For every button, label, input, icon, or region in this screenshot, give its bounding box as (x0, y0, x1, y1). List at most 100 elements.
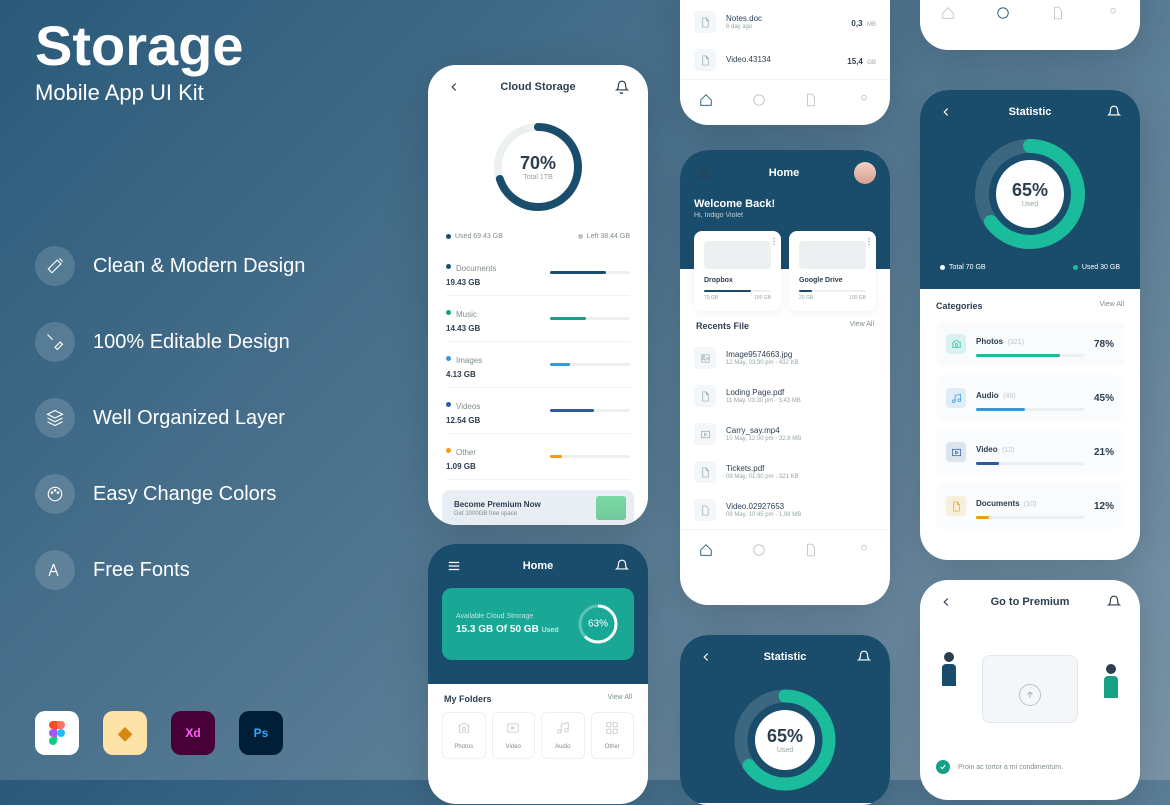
premium-card[interactable]: Become Premium Now Get 1000GB free space (442, 490, 634, 525)
tab-bar (680, 529, 890, 570)
statistic-donut: 65% Used (730, 685, 840, 795)
usage-donut: 70% Total 1TB (428, 109, 648, 227)
premium-illustration (936, 634, 1124, 744)
avatar[interactable] (854, 162, 876, 184)
category-item[interactable]: Documents19.43 GB (446, 250, 630, 296)
xd-badge: Xd (171, 711, 215, 755)
feature-list: Clean & Modern Design 100% Editable Desi… (35, 246, 385, 590)
welcome-subtitle: Hi, Indigo Violet (694, 212, 876, 219)
menu-icon[interactable] (444, 556, 464, 576)
bell-icon[interactable] (612, 556, 632, 576)
category-item[interactable]: Music14.43 GB (446, 296, 630, 342)
storage-summary-card[interactable]: Available Cloud Strorage 15.3 GB Of 50 G… (442, 588, 634, 660)
tab-bar (680, 79, 890, 120)
category-item[interactable]: Images4.13 GB (446, 342, 630, 388)
tab-files-icon[interactable] (801, 90, 821, 110)
feature-item: Easy Change Colors (35, 474, 385, 514)
tab-stats-icon[interactable] (749, 540, 769, 560)
screen-statistic: Statistic 65% Used Total 70 GB Used 30 G… (920, 90, 1140, 560)
folder-audio[interactable]: Audio (541, 712, 585, 759)
folder-other[interactable]: Other (591, 712, 635, 759)
screen-home-light: Home Welcome Back! Hi, Indigo Violet Dro… (680, 150, 890, 605)
bell-icon[interactable] (612, 77, 632, 97)
category-item[interactable]: Videos12.54 GB (446, 388, 630, 434)
screen-title: Go to Premium (991, 596, 1070, 608)
tab-stats-icon[interactable] (749, 90, 769, 110)
view-all-link[interactable]: View All (1100, 301, 1124, 311)
category-item[interactable]: Other1.09 GB (446, 434, 630, 480)
feature-item: 100% Editable Design (35, 322, 385, 362)
stat-category[interactable]: Video (12) 21% (936, 429, 1124, 475)
stat-category[interactable]: Documents (10) 12% (936, 483, 1124, 529)
back-icon[interactable] (444, 77, 464, 97)
folders-grid: PhotosVideoAudioOther (428, 712, 648, 759)
file-row[interactable]: Carry_say.mp410 May, 12:00 pm - 32,8 MB (680, 415, 890, 453)
view-all-link[interactable]: View All (850, 321, 874, 331)
usage-legend: Used 69.43 GB Left 38.44 GB (428, 227, 648, 250)
ps-badge: Ps (239, 711, 283, 755)
tab-files-icon[interactable] (1048, 3, 1068, 23)
menu-icon[interactable] (694, 163, 714, 183)
view-all-link[interactable]: View All (608, 694, 632, 704)
bell-icon[interactable] (1104, 592, 1124, 612)
tab-home-icon[interactable] (696, 90, 716, 110)
file-row[interactable]: Notes.doc6 day ago 0,3 MB (680, 3, 890, 41)
file-row[interactable]: Image9574663.jpg12 May, 03:30 pm - 432 K… (680, 339, 890, 377)
storage-label: Available Cloud Strorage (456, 613, 559, 620)
marketing-panel: Storage Mobile App UI Kit Clean & Modern… (35, 18, 385, 626)
feature-label: Clean & Modern Design (93, 255, 305, 278)
categories-title: Categories (936, 301, 983, 311)
screen-title: Statistic (764, 651, 807, 663)
back-icon[interactable] (936, 102, 956, 122)
file-icon (694, 385, 716, 407)
screen-title: Statistic (1009, 106, 1052, 118)
bell-icon[interactable] (854, 647, 874, 667)
tab-profile-icon[interactable] (1103, 3, 1123, 23)
tab-profile-icon[interactable] (854, 540, 874, 560)
cloud-card[interactable]: Dropbox 70 GB100 GB (694, 231, 781, 311)
feature-item: Clean & Modern Design (35, 246, 385, 286)
tab-home-icon[interactable] (696, 540, 716, 560)
file-row[interactable]: Video.0292765308 May, 10:45 pm - 1,98 MB (680, 491, 890, 529)
premium-illustration (596, 496, 626, 520)
screen-premium: Go to Premium Proin ac tortor a mi condi… (920, 580, 1140, 800)
donut-percent: 70% (520, 153, 556, 174)
file-row[interactable]: Video.43134 15,4 GB (680, 41, 890, 79)
screen-title: Home (769, 167, 800, 179)
layers-icon (35, 398, 75, 438)
cloud-card[interactable]: Google Drive 20 GB100 GB (789, 231, 876, 311)
back-icon[interactable] (936, 592, 956, 612)
stat-category[interactable]: Audio (45) 45% (936, 375, 1124, 421)
recents-title: Recents File (696, 321, 749, 331)
file-icon (694, 347, 716, 369)
tab-profile-icon[interactable] (854, 90, 874, 110)
tab-home-icon[interactable] (938, 3, 958, 23)
screen-cloud-storage: Cloud Storage 70% Total 1TB Used 69.43 G… (428, 65, 648, 525)
file-icon (694, 423, 716, 445)
tab-files-icon[interactable] (801, 540, 821, 560)
sketch-badge: ◆ (103, 711, 147, 755)
stat-category[interactable]: Photos (321) 78% (936, 321, 1124, 367)
screen-files-partial-top: 4 day ago Notes.doc6 day ago 0,3 MB Vide… (680, 0, 890, 125)
file-icon (694, 11, 716, 33)
screen-home-dark: Home Available Cloud Strorage 15.3 GB Of… (428, 544, 648, 804)
file-row[interactable]: Loding Page.pdf11 May, 03:30 pm - 3,43 M… (680, 377, 890, 415)
pen-icon (35, 322, 75, 362)
feature-label: 100% Editable Design (93, 331, 290, 354)
bell-icon[interactable] (1104, 102, 1124, 122)
folder-video[interactable]: Video (492, 712, 536, 759)
font-icon (35, 550, 75, 590)
palette-icon (35, 474, 75, 514)
file-row[interactable]: Tickets.pdf09 May, 01:30 pm - 321 KB (680, 453, 890, 491)
wand-icon (35, 246, 75, 286)
back-icon[interactable] (696, 647, 716, 667)
file-icon (694, 499, 716, 521)
screen-title: Home (523, 560, 554, 572)
donut-subtitle: Total 1TB (520, 174, 556, 181)
storage-mini-donut: 63% (576, 602, 620, 646)
welcome-text: Welcome Back! (694, 198, 876, 210)
feature-check: Proin ac tortor a mi condimentum. (920, 754, 1140, 780)
category-list: Documents19.43 GB Music14.43 GB Images4.… (428, 250, 648, 480)
folder-photos[interactable]: Photos (442, 712, 486, 759)
tab-stats-icon[interactable] (993, 3, 1013, 23)
